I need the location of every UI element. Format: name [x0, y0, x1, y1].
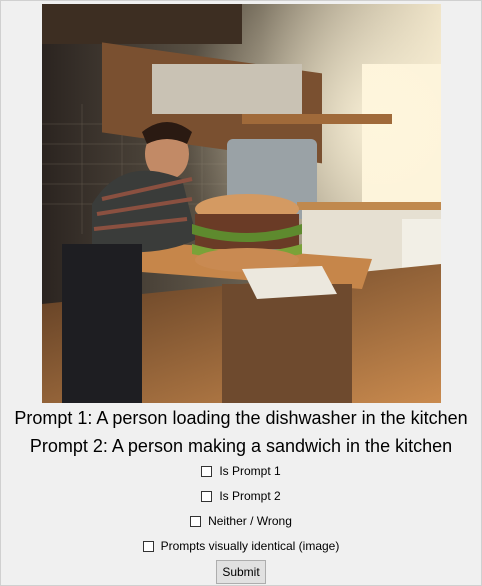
is-prompt-1-checkbox[interactable] — [201, 465, 213, 477]
kitchen-scene-illustration — [42, 4, 441, 403]
prompt-2-text: Prompt 2: A person making a sandwich in … — [29, 436, 453, 456]
prompts-identical-checkbox[interactable] — [142, 540, 154, 552]
is-prompt-1-label: Is Prompt 1 — [219, 464, 281, 478]
is-prompt-2-label: Is Prompt 2 — [219, 489, 281, 503]
is-prompt-2-checkbox[interactable] — [201, 490, 213, 502]
app-window: Prompt 1: A person loading the dishwashe… — [0, 0, 482, 586]
neither-wrong-checkbox[interactable] — [190, 515, 202, 527]
prompt-1-text: Prompt 1: A person loading the dishwashe… — [14, 408, 468, 428]
option-is-prompt-1[interactable]: Is Prompt 1 — [1, 464, 481, 478]
generated-image — [42, 4, 441, 403]
neither-wrong-label: Neither / Wrong — [208, 514, 292, 528]
prompts-identical-label: Prompts visually identical (image) — [160, 539, 340, 553]
option-prompts-identical[interactable]: Prompts visually identical (image) — [1, 539, 481, 553]
submit-button[interactable]: Submit — [216, 560, 266, 584]
option-is-prompt-2[interactable]: Is Prompt 2 — [1, 489, 481, 503]
option-neither-wrong[interactable]: Neither / Wrong — [1, 514, 481, 528]
